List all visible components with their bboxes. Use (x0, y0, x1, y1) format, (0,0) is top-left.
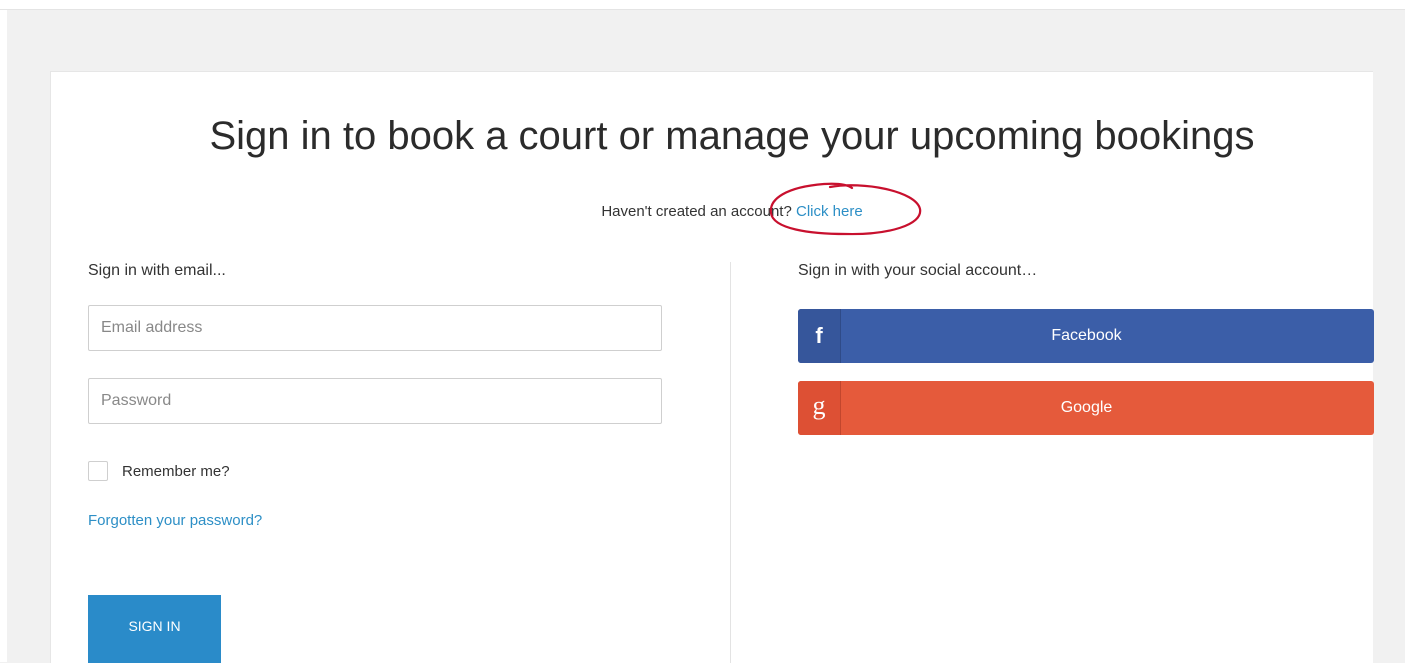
email-input[interactable] (88, 305, 662, 351)
facebook-sign-in-button[interactable]: f Facebook (798, 309, 1374, 363)
left-edge (0, 10, 7, 662)
remember-me-checkbox[interactable] (88, 461, 108, 481)
password-input[interactable] (88, 378, 662, 424)
google-button-label: Google (1060, 399, 1113, 416)
remember-me-label: Remember me? (122, 462, 230, 480)
remember-me-row: Remember me? (88, 460, 230, 482)
register-prompt-line: Haven't created an account? Click here (51, 203, 1405, 220)
column-divider (730, 262, 731, 663)
email-section-heading: Sign in with email... (88, 262, 226, 279)
social-section-heading: Sign in with your social account… (798, 262, 1038, 279)
top-bar (0, 0, 1405, 10)
sign-in-panel: Sign in to book a court or manage your u… (50, 71, 1374, 663)
page-title: Sign in to book a court or manage your u… (209, 114, 1255, 158)
google-icon: g (798, 381, 841, 435)
facebook-icon: f (798, 309, 841, 363)
google-sign-in-button[interactable]: g Google (798, 381, 1374, 435)
register-prompt-text: Haven't created an account? (601, 203, 792, 220)
red-annotation-circle (769, 182, 922, 236)
sign-in-button[interactable]: SIGN IN (88, 595, 221, 663)
forgot-password-link[interactable]: Forgotten your password? (88, 512, 262, 529)
facebook-button-label: Facebook (1051, 327, 1122, 344)
